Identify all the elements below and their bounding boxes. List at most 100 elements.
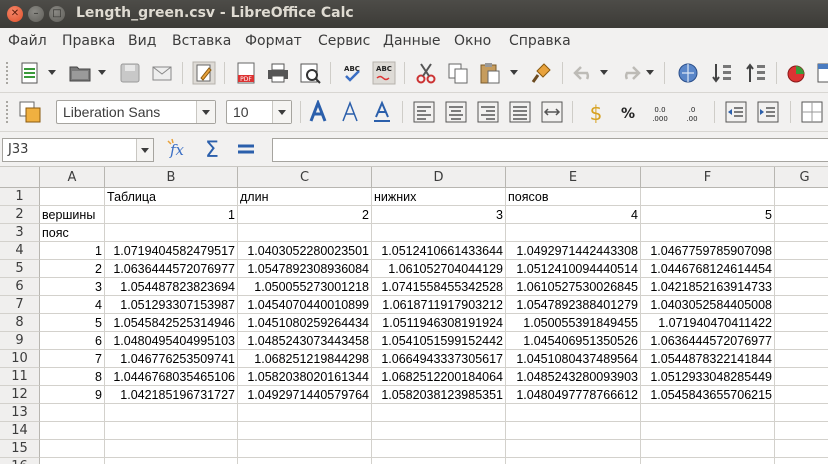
row-header-2[interactable]: 2 <box>0 206 40 224</box>
row-header-9[interactable]: 9 <box>0 332 40 350</box>
paste-icon[interactable] <box>478 61 502 85</box>
cell-a12[interactable]: 9 <box>40 386 105 404</box>
add-decimal-icon[interactable]: .0.00 <box>680 100 704 124</box>
spellcheck-icon[interactable]: ABC <box>340 61 364 85</box>
cell-b5[interactable]: 1.0636444572076977 <box>105 260 238 278</box>
cell-a10[interactable]: 7 <box>40 350 105 368</box>
menu-help[interactable]: Справка <box>509 33 571 49</box>
cell-e10[interactable]: 1.0451080437489564 <box>506 350 641 368</box>
row-header-6[interactable]: 6 <box>0 278 40 296</box>
sort-descending-icon[interactable] <box>744 61 768 85</box>
cell-a5[interactable]: 2 <box>40 260 105 278</box>
cell-d4[interactable]: 1.0512410661433644 <box>372 242 506 260</box>
open-dropdown-arrow[interactable] <box>98 70 106 75</box>
name-box[interactable]: J33 <box>2 138 154 162</box>
cell-g6[interactable] <box>775 278 828 296</box>
font-size-combobox[interactable]: 10 <box>226 100 292 124</box>
menu-view[interactable]: Вид <box>128 33 156 49</box>
cell-d3[interactable] <box>372 224 506 242</box>
column-header-c[interactable]: C <box>238 167 372 188</box>
sort-ascending-icon[interactable] <box>710 61 734 85</box>
cell-b16[interactable] <box>105 458 238 464</box>
cell-c5[interactable]: 1.0547892308936084 <box>238 260 372 278</box>
font-name-combobox[interactable]: Liberation Sans <box>56 100 216 124</box>
cell-b4[interactable]: 1.0719404582479517 <box>105 242 238 260</box>
cell-e2[interactable]: 4 <box>506 206 641 224</box>
cell-c16[interactable] <box>238 458 372 464</box>
cell-e12[interactable]: 1.0480497778766612 <box>506 386 641 404</box>
cell-f6[interactable]: 1.0421852163914733 <box>641 278 775 296</box>
cell-g1[interactable] <box>775 188 828 206</box>
row-header-5[interactable]: 5 <box>0 260 40 278</box>
toolbar-grip[interactable] <box>6 101 12 123</box>
column-header-d[interactable]: D <box>372 167 506 188</box>
autospellcheck-icon[interactable]: ABC <box>372 61 396 85</box>
print-icon[interactable] <box>266 61 290 85</box>
cell-e4[interactable]: 1.0492971442443308 <box>506 242 641 260</box>
cell-b7[interactable]: 1.051293307153987 <box>105 296 238 314</box>
menu-window[interactable]: Окно <box>454 33 491 49</box>
email-icon[interactable] <box>150 61 174 85</box>
cell-d9[interactable]: 1.0541051599152442 <box>372 332 506 350</box>
cell-a14[interactable] <box>40 422 105 440</box>
cell-c8[interactable]: 1.0451080259264434 <box>238 314 372 332</box>
row-header-8[interactable]: 8 <box>0 314 40 332</box>
sum-icon[interactable]: Σ <box>200 137 224 161</box>
maximize-window-button[interactable]: □ <box>49 6 65 22</box>
row-header-1[interactable]: 1 <box>0 188 40 206</box>
cell-g10[interactable] <box>775 350 828 368</box>
cell-a3[interactable]: пояс <box>40 224 105 242</box>
cell-b11[interactable]: 1.0446768035465106 <box>105 368 238 386</box>
cell-c15[interactable] <box>238 440 372 458</box>
row-header-15[interactable]: 15 <box>0 440 40 458</box>
minimize-window-button[interactable]: – <box>28 6 44 22</box>
menu-edit[interactable]: Правка <box>62 33 115 49</box>
cell-f7[interactable]: 1.0403052584405008 <box>641 296 775 314</box>
hyperlink-icon[interactable] <box>676 61 700 85</box>
cell-f5[interactable]: 1.0446768124614454 <box>641 260 775 278</box>
cell-d1[interactable]: нижних <box>372 188 506 206</box>
print-preview-icon[interactable] <box>298 61 322 85</box>
spreadsheet-grid[interactable]: A B C D E F G 1 Таблица длин нижних поясов 2 вершины 1… <box>0 167 828 464</box>
cell-a1[interactable] <box>40 188 105 206</box>
cell-c14[interactable] <box>238 422 372 440</box>
cell-b10[interactable]: 1.046776253509741 <box>105 350 238 368</box>
underline-icon[interactable] <box>370 100 394 124</box>
cell-g3[interactable] <box>775 224 828 242</box>
cell-g4[interactable] <box>775 242 828 260</box>
cell-b6[interactable]: 1.054487823823694 <box>105 278 238 296</box>
percent-format-icon[interactable]: % <box>616 100 640 124</box>
name-box-dropdown-arrow[interactable] <box>136 139 153 161</box>
align-right-icon[interactable] <box>476 100 500 124</box>
formula-icon[interactable] <box>234 137 258 161</box>
align-center-icon[interactable] <box>444 100 468 124</box>
row-header-11[interactable]: 11 <box>0 368 40 386</box>
cell-b15[interactable] <box>105 440 238 458</box>
row-header-10[interactable]: 10 <box>0 350 40 368</box>
new-spreadsheet-icon[interactable] <box>18 61 42 85</box>
cell-d10[interactable]: 1.0664943337305617 <box>372 350 506 368</box>
cell-g9[interactable] <box>775 332 828 350</box>
cell-d15[interactable] <box>372 440 506 458</box>
insert-chart-icon[interactable] <box>786 61 810 85</box>
cell-b13[interactable] <box>105 404 238 422</box>
cell-d16[interactable] <box>372 458 506 464</box>
cell-c7[interactable]: 1.0454070440010899 <box>238 296 372 314</box>
open-folder-icon[interactable] <box>68 61 92 85</box>
cell-b3[interactable] <box>105 224 238 242</box>
row-header-3[interactable]: 3 <box>0 224 40 242</box>
column-header-f[interactable]: F <box>641 167 775 188</box>
cell-c9[interactable]: 1.0485243073443458 <box>238 332 372 350</box>
cell-f10[interactable]: 1.0544878322141844 <box>641 350 775 368</box>
redo-dropdown-arrow[interactable] <box>646 70 654 75</box>
cell-a16[interactable] <box>40 458 105 464</box>
row-header-16[interactable]: 16 <box>0 458 40 464</box>
cell-b1[interactable]: Таблица <box>105 188 238 206</box>
cell-a7[interactable]: 4 <box>40 296 105 314</box>
decrease-indent-icon[interactable] <box>724 100 748 124</box>
cell-a11[interactable]: 8 <box>40 368 105 386</box>
cell-a13[interactable] <box>40 404 105 422</box>
cell-e13[interactable] <box>506 404 641 422</box>
cell-f11[interactable]: 1.0512933048285449 <box>641 368 775 386</box>
close-window-button[interactable]: ✕ <box>7 6 23 22</box>
